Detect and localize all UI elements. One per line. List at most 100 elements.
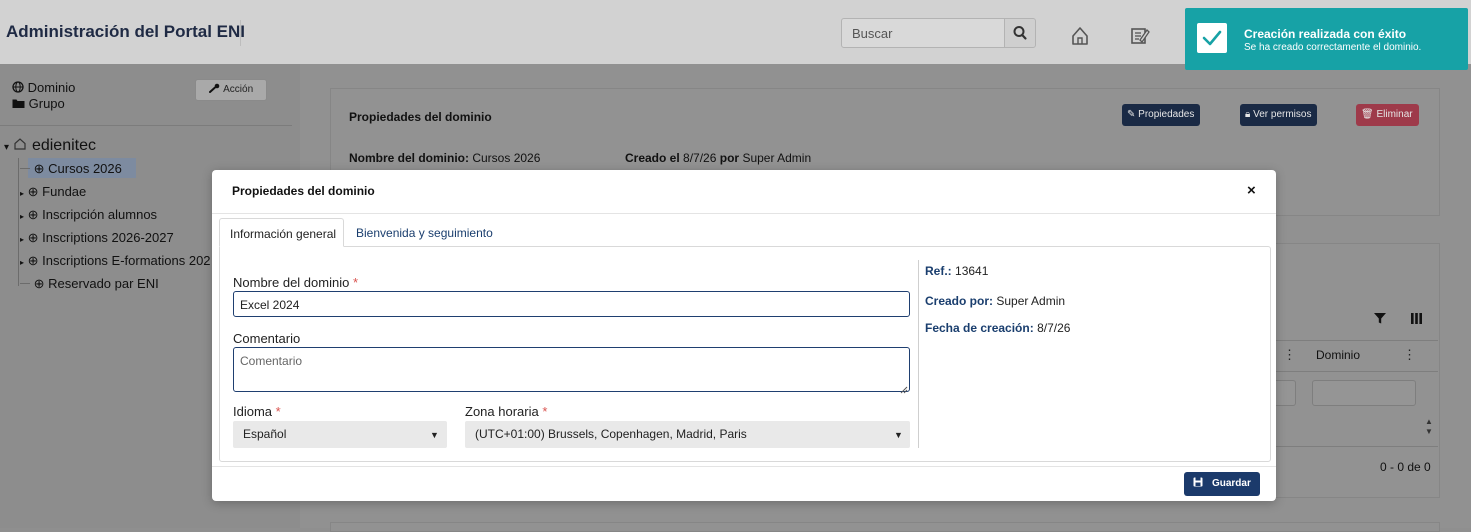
propiedades-label: Propiedades (1138, 109, 1195, 120)
tree-item-label: Cursos 2026 (48, 161, 122, 176)
creado-por-value: Super Admin (996, 294, 1066, 308)
nombre-dominio-label: Nombre del dominio * (233, 275, 358, 290)
tree-item-cursos-2026[interactable]: ⊕ Cursos 2026 (20, 161, 122, 177)
chevron-down-icon: ▼ (894, 430, 903, 440)
zona-horaria-select[interactable]: (UTC+01:00) Brussels, Copenhagen, Madrid… (465, 421, 910, 448)
globe-icon: ⊕ (27, 230, 39, 245)
zona-horaria-label-text: Zona horaria (465, 404, 539, 419)
home-icon (1072, 27, 1088, 45)
card-created: Creado el 8/7/26 por Super Admin (625, 151, 811, 165)
sidebar-link-dominio-label: Dominio (27, 80, 76, 95)
column-header-dominio[interactable]: Dominio (1316, 348, 1360, 362)
ver-permisos-label: Ver permisos (1253, 109, 1312, 120)
tab-informacion-general[interactable]: Información general (219, 218, 344, 247)
globe-icon: ⊕ (33, 276, 45, 291)
nombre-dominio-label-text: Nombre del dominio (233, 275, 350, 290)
ref-label: Ref.: (925, 264, 952, 278)
card-domain-name-value: Cursos 2026 (472, 151, 541, 165)
modal-header-divider (212, 213, 1276, 214)
dominio-filter-input[interactable] (1312, 380, 1416, 406)
card-domain-name-label: Nombre del dominio: (349, 151, 469, 165)
card-created-by-value: Super Admin (742, 151, 812, 165)
tree-item-label: Fundae (42, 184, 87, 199)
propiedades-button[interactable]: ✎ Propiedades (1122, 104, 1201, 126)
card-created-date: 8/7/26 (683, 151, 717, 165)
pager-text: 0 - 0 de 0 (1380, 460, 1431, 474)
tree-item-label: Reservado par ENI (48, 276, 159, 291)
column-menu-icon[interactable]: ⋮ (1403, 347, 1416, 363)
accion-label: Acción (223, 84, 254, 95)
eliminar-label: Eliminar (1376, 109, 1413, 120)
toast-title: Creación realizada con éxito (1244, 27, 1407, 41)
close-icon[interactable]: × (1247, 182, 1256, 199)
idioma-select[interactable]: Español (233, 421, 447, 448)
tree-root[interactable]: ▾ edienitec (4, 137, 96, 155)
toast-message: Se ha creado correctamente el dominio. (1244, 42, 1422, 53)
search-input[interactable]: Buscar (841, 18, 1005, 48)
tree-item-label: Inscripción alumnos (42, 207, 158, 222)
zona-horaria-label: Zona horaria * (465, 404, 547, 419)
caret-down-icon: ▾ (4, 142, 10, 153)
sidebar-link-dominio[interactable]: Dominio (12, 80, 75, 95)
comentario-textarea[interactable]: Comentario (233, 347, 910, 392)
home-button[interactable] (1065, 21, 1095, 51)
folder-icon (12, 96, 29, 111)
tree-item-inscriptions-2026-2027[interactable]: ▸ ⊕ Inscriptions 2026-2027 (20, 230, 174, 246)
home-outline-icon (13, 137, 31, 154)
caret-right-icon: ▸ (20, 212, 25, 221)
fecha-creacion-label: Fecha de creación: (925, 321, 1034, 335)
fecha-creacion-info: Fecha de creación: 8/7/26 (925, 321, 1070, 335)
idioma-label: Idioma * (233, 404, 281, 419)
wrench-icon (208, 83, 223, 95)
globe-icon: ⊕ (33, 161, 45, 176)
tree-branch (20, 168, 30, 169)
sidebar-link-grupo-label: Grupo (28, 96, 65, 111)
tab-bienvenida-seguimiento[interactable]: Bienvenida y seguimiento (356, 226, 493, 240)
search-button[interactable] (1004, 18, 1036, 48)
globe-icon: ⊕ (27, 184, 39, 199)
accion-button[interactable]: Acción (195, 79, 267, 101)
filter-button[interactable] (1373, 311, 1387, 328)
tree-item-label: Inscriptions 2026-2027 (42, 230, 174, 245)
sidebar-link-grupo[interactable]: Grupo (12, 96, 65, 111)
globe-icon: ⊕ (27, 253, 39, 268)
columns-button[interactable] (1410, 312, 1423, 328)
columns-icon (1411, 313, 1422, 324)
guardar-label: Guardar (1211, 478, 1251, 489)
app-title: Administración del Portal ENI (6, 22, 245, 41)
fecha-creacion-value: 8/7/26 (1037, 321, 1071, 335)
toast-check-box (1197, 23, 1227, 53)
card-created-by-label: por (719, 151, 740, 165)
guardar-button[interactable]: Guardar (1184, 472, 1260, 496)
creado-por-label: Creado por: (925, 294, 994, 308)
column-filter-input[interactable] (1276, 380, 1296, 406)
ref-info: Ref.: 13641 (925, 264, 988, 278)
modal-title: Propiedades del dominio (232, 184, 375, 198)
edit-button[interactable] (1125, 21, 1155, 51)
card-domain-name: Nombre del dominio: Cursos 2026 (349, 151, 540, 165)
card-title: Propiedades del dominio (349, 110, 492, 124)
ref-value: 13641 (955, 264, 989, 278)
tree-item-reservado-par-eni[interactable]: ⊕ Reservado par ENI (20, 276, 159, 292)
card-created-label: Creado el (625, 151, 680, 165)
tree-item-inscriptions-e-formations[interactable]: ▸ ⊕ Inscriptions E-formations 202 (20, 253, 211, 269)
creado-por-info: Creado por: Super Admin (925, 294, 1065, 308)
required-asterisk: * (275, 404, 281, 419)
tree-item-fundae[interactable]: ▸ ⊕ Fundae (20, 184, 86, 200)
tree-item-inscripcion-alumnos[interactable]: ▸ ⊕ Inscripción alumnos (20, 207, 157, 223)
tree-root-label: edienitec (31, 137, 96, 154)
required-asterisk: * (542, 404, 548, 419)
eliminar-button[interactable]: 🗑︎ Eliminar (1356, 104, 1419, 126)
idioma-label-text: Idioma (233, 404, 273, 419)
tree-item-label: Inscriptions E-formations 202 (42, 253, 211, 268)
scroll-arrows[interactable]: ▲ ▼ (1425, 417, 1433, 437)
title-divider (240, 20, 241, 46)
globe-icon (12, 80, 28, 95)
filter-icon (1374, 313, 1386, 324)
resize-handle-icon[interactable] (900, 382, 908, 397)
trash-icon: 🗑︎ (1361, 109, 1374, 120)
column-menu-icon[interactable]: ⋮ (1283, 347, 1296, 363)
caret-right-icon: ▸ (20, 189, 25, 198)
nombre-dominio-input[interactable]: Excel 2024 (233, 291, 910, 317)
ver-permisos-button[interactable]: 🔒︎ Ver permisos (1240, 104, 1318, 126)
